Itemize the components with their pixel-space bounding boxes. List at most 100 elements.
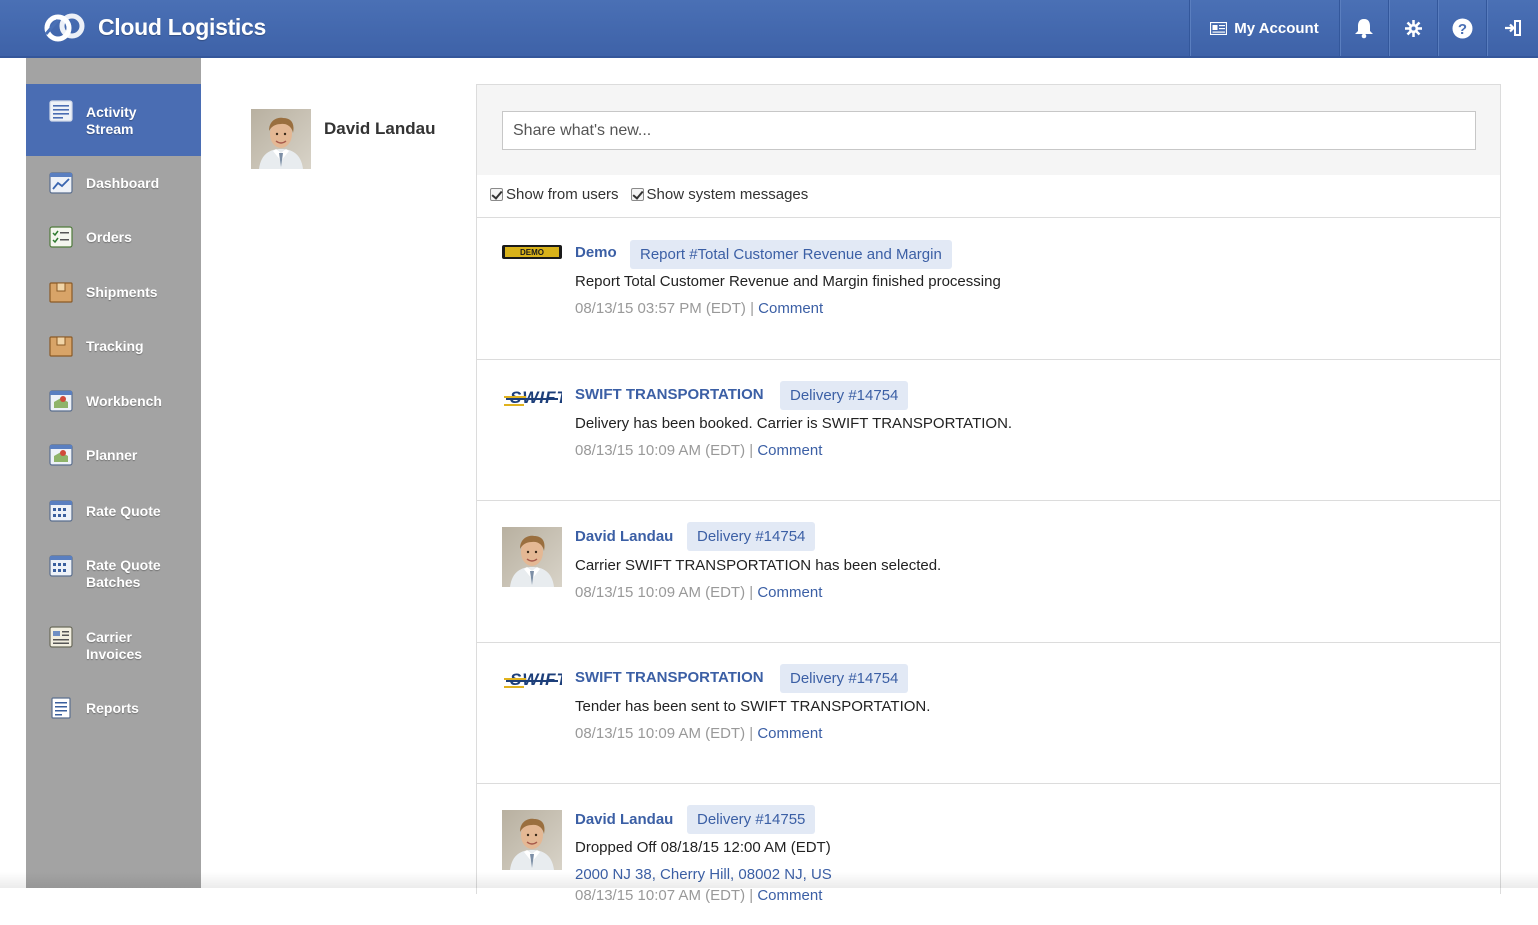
demo-carrier-logo	[502, 245, 562, 259]
rate-quote-icon	[49, 500, 73, 522]
my-account-button[interactable]: My Account	[1189, 0, 1339, 56]
reports-icon	[51, 697, 71, 719]
comment-link[interactable]: Comment	[758, 300, 823, 317]
bottom-shadow	[0, 872, 1538, 888]
brand[interactable]: Cloud Logistics	[44, 10, 266, 44]
sidebar-item-label: Activity Stream	[86, 104, 137, 137]
entry-tag[interactable]: Delivery #14754	[780, 664, 909, 693]
entry-tag[interactable]: Delivery #14755	[687, 805, 816, 834]
top-right-actions: My Account ?	[1189, 0, 1538, 56]
tracking-icon	[49, 336, 73, 357]
entry-author[interactable]: SWIFT TRANSPORTATION	[575, 669, 764, 686]
comment-link[interactable]: Comment	[757, 725, 822, 742]
entry-message: Carrier SWIFT TRANSPORTATION has been se…	[575, 557, 942, 574]
my-account-label: My Account	[1234, 19, 1319, 37]
gear-icon	[1404, 19, 1422, 37]
svg-text:?: ?	[1457, 21, 1466, 38]
sidebar-item-label: Orders	[86, 229, 132, 245]
sidebar-item-activity-stream[interactable]: Activity Stream	[26, 84, 201, 156]
stream-entry: SWIFT TRANSPORTATION Delivery #14754 Ten…	[477, 643, 1500, 784]
entry-meta: 08/13/15 10:09 AM (EDT) | Comment	[575, 584, 822, 601]
entry-author[interactable]: SWIFT TRANSPORTATION	[575, 386, 764, 403]
sidebar-item-tracking[interactable]: Tracking	[26, 319, 201, 374]
comment-link[interactable]: Comment	[757, 887, 822, 904]
comment-link[interactable]: Comment	[757, 584, 822, 601]
sidebar-item-shipments[interactable]: Shipments	[26, 264, 201, 319]
id-card-icon	[1210, 21, 1228, 35]
entry-author[interactable]: David Landau	[575, 528, 673, 545]
entry-tag[interactable]: Report #Total Customer Revenue and Margi…	[630, 240, 952, 269]
settings-button[interactable]	[1388, 0, 1437, 56]
sidebar-item-rate-quote-batches[interactable]: Rate Quote Batches	[26, 538, 201, 610]
meta-separator: |	[749, 584, 754, 601]
activity-stream-panel: Show from users Show system messages Dem…	[476, 84, 1501, 904]
stream-filters: Show from users Show system messages	[490, 186, 820, 203]
profile-name[interactable]: David Landau	[324, 119, 435, 139]
swift-carrier-logo	[503, 669, 562, 690]
sidebar-item-rate-quote[interactable]: Rate Quote	[26, 483, 201, 538]
entry-meta: 08/13/15 10:07 AM (EDT) | Comment	[575, 887, 822, 904]
rate-quote-batches-icon	[49, 555, 73, 577]
stream-entry: David Landau Delivery #14755 Dropped Off…	[477, 784, 1500, 925]
meta-separator: |	[749, 887, 754, 904]
user-avatar[interactable]	[502, 527, 562, 587]
sidebar-item-label: Shipments	[86, 284, 158, 300]
show-system-messages-checkbox[interactable]	[630, 188, 644, 201]
sidebar-item-label: Workbench	[86, 393, 162, 409]
entry-timestamp: 08/13/15 10:07 AM (EDT)	[575, 887, 746, 904]
entry-tag[interactable]: Delivery #14754	[780, 381, 909, 410]
sidebar: Activity Stream Dashboard Orders Shipmen…	[26, 58, 201, 888]
entry-meta: 08/13/15 10:09 AM (EDT) | Comment	[575, 725, 822, 742]
entry-message: Dropped Off 08/18/15 12:00 AM (EDT)	[575, 839, 831, 856]
sidebar-item-workbench[interactable]: Workbench	[26, 374, 201, 428]
sidebar-item-carrier-invoices[interactable]: Carrier Invoices	[26, 610, 201, 682]
profile-avatar[interactable]	[251, 109, 311, 169]
sidebar-item-planner[interactable]: Planner	[26, 428, 201, 483]
entry-message: Delivery has been booked. Carrier is SWI…	[575, 415, 1013, 432]
meta-separator: |	[750, 300, 754, 317]
entry-timestamp: 08/13/15 10:09 AM (EDT)	[575, 442, 746, 459]
sidebar-item-label: Carrier Invoices	[86, 629, 143, 662]
logout-button[interactable]	[1486, 0, 1538, 56]
show-system-messages-filter[interactable]: Show system messages	[630, 186, 809, 203]
entry-message: Tender has been sent to SWIFT TRANSPORTA…	[575, 698, 931, 715]
cloud-logo-icon	[44, 13, 85, 42]
sidebar-item-label: Dashboard	[86, 175, 160, 191]
entry-author[interactable]: Demo	[575, 244, 617, 261]
stream-entry: Demo Report #Total Customer Revenue and …	[477, 218, 1500, 359]
show-from-users-filter[interactable]: Show from users	[490, 186, 619, 203]
swift-carrier-logo	[503, 387, 562, 408]
user-avatar[interactable]	[502, 810, 562, 870]
bell-icon	[1355, 19, 1373, 39]
meta-separator: |	[749, 725, 754, 742]
show-from-users-checkbox[interactable]	[490, 188, 503, 201]
comment-link[interactable]: Comment	[757, 442, 822, 459]
entry-tag[interactable]: Delivery #14754	[687, 522, 816, 551]
sidebar-item-label: Rate Quote	[86, 503, 161, 519]
sidebar-item-label: Rate Quote Batches	[86, 557, 161, 590]
sidebar-item-dashboard[interactable]: Dashboard	[26, 156, 201, 210]
dashboard-icon	[49, 172, 73, 194]
show-from-users-label: Show from users	[506, 186, 619, 203]
entry-timestamp: 08/13/15 10:09 AM (EDT)	[575, 584, 746, 601]
meta-separator: |	[749, 442, 754, 459]
entry-meta: 08/13/15 03:57 PM (EDT) | Comment	[575, 300, 823, 317]
show-system-messages-label: Show system messages	[646, 186, 809, 203]
entry-author[interactable]: David Landau	[575, 811, 673, 828]
orders-icon	[49, 226, 73, 248]
sidebar-item-reports[interactable]: Reports	[26, 682, 201, 736]
logout-icon	[1504, 20, 1521, 36]
top-bar: Cloud Logistics My Account ?	[0, 0, 1538, 58]
stream-entry: SWIFT TRANSPORTATION Delivery #14754 Del…	[477, 360, 1500, 501]
sidebar-item-orders[interactable]: Orders	[26, 210, 201, 264]
shipments-icon	[49, 282, 73, 303]
help-button[interactable]: ?	[1437, 0, 1486, 56]
planner-icon	[49, 444, 73, 466]
notifications-button[interactable]	[1339, 0, 1388, 56]
brand-name: Cloud Logistics	[98, 13, 267, 40]
stream-entry: David Landau Delivery #14754 Carrier SWI…	[477, 501, 1500, 642]
entry-timestamp: 08/13/15 03:57 PM (EDT)	[575, 300, 746, 317]
share-input[interactable]	[502, 111, 1476, 150]
sidebar-item-label: Reports	[86, 700, 139, 716]
activity-stream-icon	[49, 100, 73, 122]
